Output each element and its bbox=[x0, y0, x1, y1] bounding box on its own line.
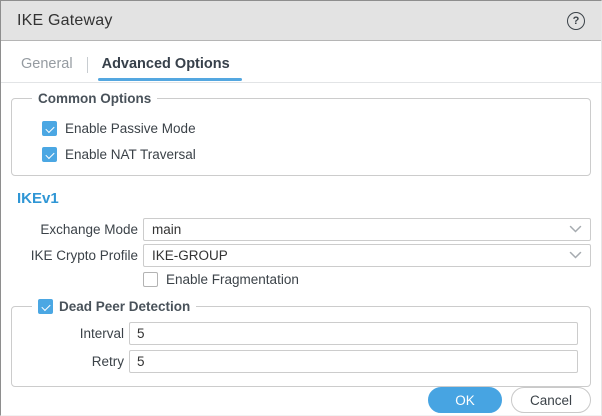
dialog-titlebar: IKE Gateway ? bbox=[1, 1, 601, 41]
help-icon[interactable]: ? bbox=[567, 12, 585, 30]
fragmentation-row: Enable Fragmentation bbox=[143, 272, 591, 287]
ike-gateway-dialog: IKE Gateway ? General Advanced Options C… bbox=[0, 0, 602, 416]
cancel-button[interactable]: Cancel bbox=[511, 387, 591, 413]
ike-crypto-profile-value: IKE-GROUP bbox=[152, 248, 228, 263]
passive-mode-checkbox[interactable] bbox=[42, 121, 57, 136]
interval-input[interactable] bbox=[129, 322, 578, 345]
dialog-title: IKE Gateway bbox=[17, 12, 113, 30]
dialog-footer: OK Cancel bbox=[1, 387, 601, 416]
fragmentation-checkbox[interactable] bbox=[143, 272, 158, 287]
tab-separator bbox=[87, 57, 88, 73]
chevron-down-icon bbox=[569, 225, 582, 234]
passive-mode-row: Enable Passive Mode bbox=[42, 121, 578, 136]
dialog-body: Common Options Enable Passive Mode Enabl… bbox=[1, 83, 601, 387]
ikev1-heading: IKEv1 bbox=[17, 190, 591, 207]
exchange-mode-label: Exchange Mode bbox=[11, 218, 138, 241]
chevron-down-icon bbox=[569, 251, 582, 260]
fragmentation-label: Enable Fragmentation bbox=[166, 272, 299, 287]
retry-label: Retry bbox=[24, 350, 124, 373]
tab-general[interactable]: General bbox=[21, 50, 73, 80]
passive-mode-label: Enable Passive Mode bbox=[65, 121, 196, 136]
ike-crypto-profile-select[interactable]: IKE-GROUP bbox=[143, 244, 591, 267]
ike-crypto-profile-label: IKE Crypto Profile bbox=[11, 244, 138, 267]
interval-label: Interval bbox=[24, 322, 124, 345]
exchange-mode-select[interactable]: main bbox=[143, 218, 591, 241]
dead-peer-detection-group: Dead Peer Detection Interval Retry bbox=[11, 299, 591, 387]
dead-peer-detection-checkbox[interactable] bbox=[38, 299, 53, 314]
tab-bar: General Advanced Options bbox=[1, 50, 601, 83]
nat-traversal-checkbox[interactable] bbox=[42, 147, 57, 162]
dead-peer-detection-legend: Dead Peer Detection bbox=[59, 299, 190, 314]
common-options-group: Common Options Enable Passive Mode Enabl… bbox=[11, 91, 591, 176]
ikev1-form: Exchange Mode main IKE Crypto Profile IK… bbox=[11, 218, 591, 267]
nat-traversal-row: Enable NAT Traversal bbox=[42, 147, 578, 162]
common-options-legend: Common Options bbox=[38, 91, 151, 106]
retry-input[interactable] bbox=[129, 350, 578, 373]
tab-advanced-options[interactable]: Advanced Options bbox=[102, 50, 230, 80]
nat-traversal-label: Enable NAT Traversal bbox=[65, 147, 196, 162]
ok-button[interactable]: OK bbox=[428, 387, 502, 413]
exchange-mode-value: main bbox=[152, 222, 181, 237]
